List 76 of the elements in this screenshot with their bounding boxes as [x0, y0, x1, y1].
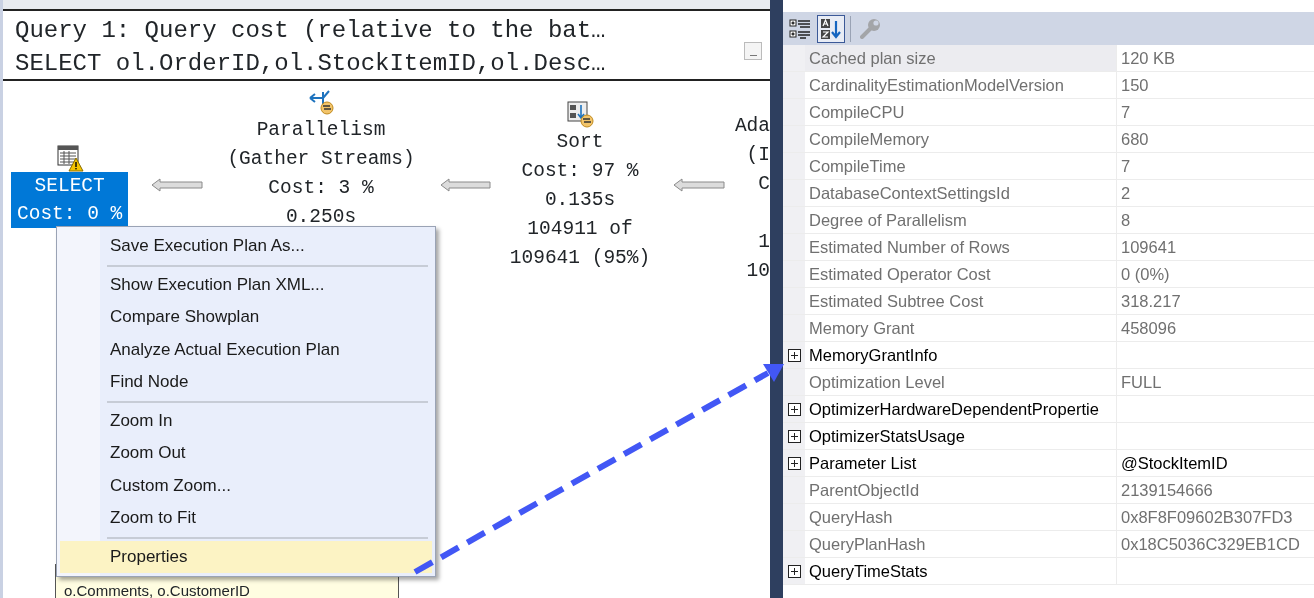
property-value: FULL	[1121, 373, 1162, 391]
property-value: 7	[1121, 103, 1131, 121]
expand-icon	[787, 402, 801, 416]
menu-item[interactable]: Zoom Out	[60, 437, 432, 470]
property-value: 680	[1121, 130, 1149, 148]
flow-arrow	[673, 178, 725, 192]
property-value: 109641	[1121, 238, 1177, 256]
query-header-text: Query 1: Query cost (relative to the bat…	[15, 16, 607, 46]
property-value: 2	[1121, 184, 1131, 202]
node-label: 10	[746, 259, 770, 284]
node-label: (Gather Streams)	[227, 147, 415, 172]
sort-az-icon	[819, 16, 843, 41]
node-label: Cost: 3 %	[267, 176, 375, 201]
node-label: Parallelism	[255, 118, 387, 143]
property-value: 150	[1121, 76, 1149, 94]
property-name[interactable]: Optimization Level	[805, 369, 1117, 395]
property-value: 7	[1121, 157, 1131, 175]
menu-item[interactable]: Show Execution Plan XML...	[60, 268, 432, 301]
flow-arrow	[440, 178, 491, 192]
property-value: 0x18C5036C329EB1CD	[1121, 535, 1300, 553]
property-name[interactable]: Memory Grant	[805, 315, 1117, 341]
menu-item[interactable]: Custom Zoom...	[60, 469, 432, 502]
node-label: Ada	[734, 114, 770, 139]
property-value: 2139154666	[1121, 481, 1213, 499]
menu-item[interactable]: Find Node	[60, 366, 432, 399]
property-name[interactable]: QueryPlanHash	[805, 531, 1117, 557]
property-name[interactable]: CompileMemory	[805, 126, 1117, 152]
property-value: 8	[1121, 211, 1131, 229]
node-label: Cost: 97 %	[520, 159, 640, 184]
wrench-icon	[858, 16, 882, 41]
expand-icon	[787, 564, 801, 578]
menu-item[interactable]: Save Execution Plan As...	[60, 230, 432, 263]
property-name[interactable]: QueryHash	[805, 504, 1117, 530]
node-label: 0.250s	[284, 205, 358, 230]
plan-node[interactable]: SELECT Cost: 0 %	[11, 172, 129, 228]
menu-item[interactable]: Properties	[60, 540, 432, 573]
node-label: 1	[758, 230, 770, 255]
property-name[interactable]: Estimated Subtree Cost	[805, 288, 1117, 314]
property-value: 0x8F8F09602B307FD3	[1121, 508, 1293, 526]
menu-item[interactable]: Zoom In	[60, 404, 432, 437]
menu-item[interactable]: Compare Showplan	[60, 301, 432, 334]
property-name[interactable]: CardinalityEstimationModelVersion	[805, 72, 1117, 98]
expand-icon	[787, 429, 801, 443]
node-label: Sort	[555, 130, 605, 155]
property-name[interactable]: Estimated Number of Rows	[805, 234, 1117, 260]
property-value: @StockItemID	[1121, 454, 1228, 472]
node-label: 0.135s	[543, 188, 617, 213]
categorized-icon	[789, 16, 813, 41]
property-value: 458096	[1121, 319, 1177, 337]
property-name[interactable]: ParentObjectId	[805, 477, 1117, 503]
property-value: 0 (0%)	[1121, 265, 1170, 283]
property-name[interactable]: MemoryGrantInfo	[805, 342, 1117, 368]
property-name[interactable]: OptimizerHardwareDependentPropertie	[805, 396, 1117, 422]
property-value: 120 KB	[1121, 49, 1176, 67]
property-name[interactable]: QueryTimeStats	[805, 558, 1117, 584]
expand-icon	[787, 456, 801, 470]
property-name[interactable]: DatabaseContextSettingsId	[805, 180, 1117, 206]
alphabetical-button[interactable]	[817, 14, 845, 43]
menu-item[interactable]: Analyze Actual Execution Plan	[60, 333, 432, 366]
property-name[interactable]: CompileTime	[805, 153, 1117, 179]
menu-item[interactable]: Zoom to Fit	[60, 502, 432, 535]
property-name[interactable]: Degree of Parallelism	[805, 207, 1117, 233]
flow-arrow	[151, 178, 203, 192]
collapse-button[interactable]	[744, 42, 762, 60]
expand-icon	[787, 348, 801, 362]
property-name[interactable]: Parameter List	[805, 450, 1117, 476]
node-label: 104911 of	[526, 217, 634, 242]
node-label: 109641 (95%)	[509, 246, 651, 271]
property-name[interactable]: CompileCPU	[805, 99, 1117, 125]
node-label: C	[758, 172, 770, 197]
property-name[interactable]: Estimated Operator Cost	[805, 261, 1117, 287]
query-header-text: SELECT ol.OrderID,ol.StockItemID,ol.Desc…	[15, 49, 607, 79]
property-name[interactable]: Cached plan size	[805, 45, 1117, 71]
property-value: 318.217	[1121, 292, 1181, 310]
node-label: (I	[746, 143, 770, 168]
property-name[interactable]: OptimizerStatsUsage	[805, 423, 1117, 449]
